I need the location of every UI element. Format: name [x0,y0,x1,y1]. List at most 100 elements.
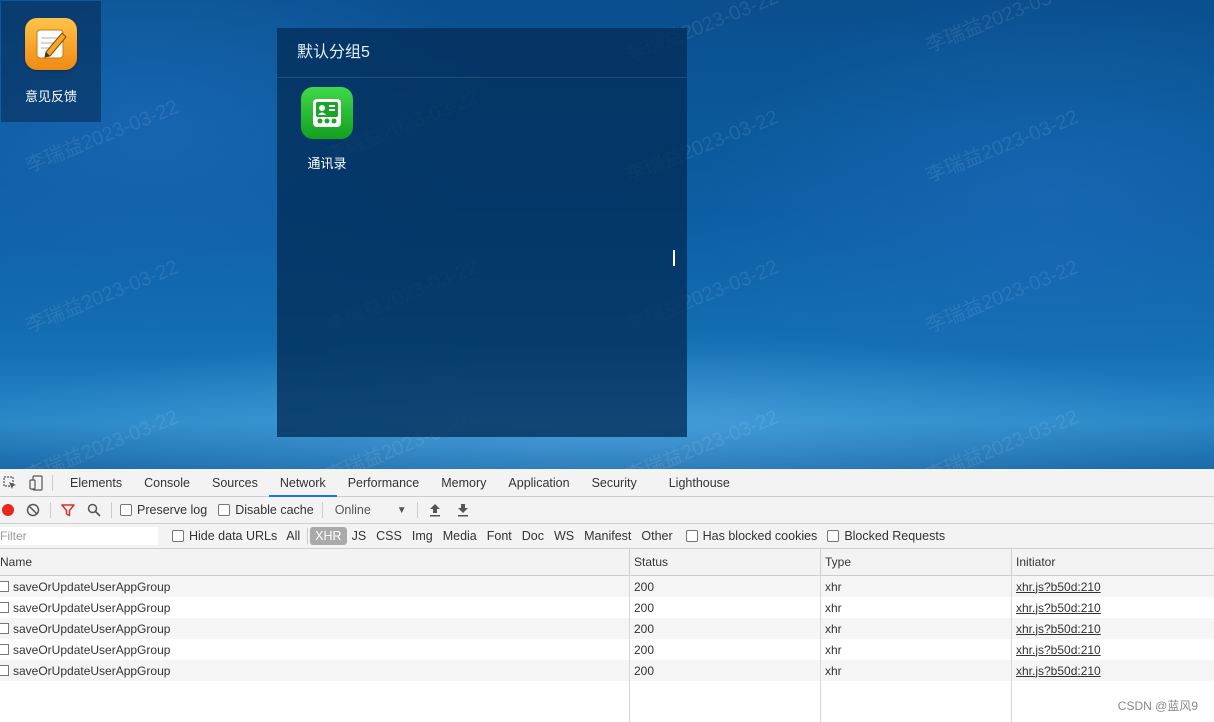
request-status: 200 [630,597,821,618]
group-title: 默认分组5 [277,28,687,78]
tab-elements[interactable]: Elements [59,469,133,497]
divider [50,502,51,518]
type-filter-other[interactable]: Other [636,527,677,545]
record-icon[interactable] [0,497,16,524]
type-filter-ws[interactable]: WS [549,527,579,545]
table-header: Name Status Type Initiator [0,549,1214,576]
chevron-down-icon: ▼ [396,504,407,516]
watermark: 李瑞益2023-03-22 [22,256,182,338]
disable-cache-label: Disable cache [235,503,314,517]
type-filter-font[interactable]: Font [482,527,517,545]
network-toolbar: Preserve log Disable cache Online ▼ [0,497,1214,524]
checkbox-box[interactable] [172,530,184,542]
request-type: xhr [821,660,1012,681]
type-filter-css[interactable]: CSS [371,527,407,545]
divider [52,474,53,491]
table-body: saveOrUpdateUserAppGroup 200 xhr xhr.js?… [0,576,1214,681]
desktop-app-label: 意见反馈 [24,89,77,104]
contacts-icon [301,87,353,139]
has-blocked-cookies-label: Has blocked cookies [702,529,818,543]
column-header-status[interactable]: Status [630,549,821,575]
request-name: saveOrUpdateUserAppGroup [13,600,171,615]
request-status: 200 [630,618,821,639]
row-checkbox[interactable] [0,602,9,613]
blocked-requests-label: Blocked Requests [844,529,946,543]
initiator-link[interactable]: xhr.js?b50d:210 [1016,643,1101,657]
row-checkbox[interactable] [0,581,9,592]
table-row[interactable]: saveOrUpdateUserAppGroup 200 xhr xhr.js?… [0,660,1214,681]
checkbox-box[interactable] [120,504,132,516]
request-name: saveOrUpdateUserAppGroup [13,663,171,678]
divider [416,502,418,518]
request-type: xhr [821,618,1012,639]
filter-input[interactable] [0,527,158,545]
tab-application[interactable]: Application [497,469,580,497]
type-filter-manifest[interactable]: Manifest [579,527,636,545]
table-row[interactable]: saveOrUpdateUserAppGroup 200 xhr xhr.js?… [0,639,1214,660]
tab-network[interactable]: Network [268,469,337,497]
watermark: 李瑞益2023-03-22 [922,106,1082,188]
request-type: xhr [821,639,1012,660]
blocked-requests-checkbox[interactable]: Blocked Requests [827,529,945,543]
type-filter-img[interactable]: Img [407,527,438,545]
request-status: 200 [630,639,821,660]
initiator-link[interactable]: xhr.js?b50d:210 [1016,580,1101,594]
download-har-icon[interactable] [452,497,474,524]
request-name: saveOrUpdateUserAppGroup [13,642,171,657]
checkbox-box[interactable] [218,504,231,516]
devtools-panel: Elements Console Sources Network Perform… [0,469,1214,722]
type-filter-js[interactable]: JS [347,527,372,545]
tab-performance[interactable]: Performance [337,469,431,497]
tab-sources[interactable]: Sources [201,469,269,497]
group-app-label: 通讯录 [307,156,347,171]
divider [307,528,309,544]
search-icon[interactable] [83,497,105,524]
row-checkbox[interactable] [0,623,9,634]
inspect-element-icon[interactable] [0,469,20,497]
watermark: 李瑞益2023-03-22 [922,256,1082,338]
row-checkbox[interactable] [0,665,9,676]
column-header-initiator[interactable]: Initiator [1012,549,1214,575]
tab-console[interactable]: Console [133,469,201,497]
throttling-value: Online [334,503,371,517]
checkbox-box[interactable] [827,530,840,542]
text-caret [673,250,675,266]
column-header-type[interactable]: Type [821,549,1012,575]
device-toolbar-icon[interactable] [26,469,46,497]
disable-cache-checkbox[interactable]: Disable cache [218,503,314,517]
filter-icon[interactable] [57,497,79,524]
group-app-contacts[interactable]: 通讯录 [299,87,355,172]
row-checkbox[interactable] [0,644,9,655]
request-name: saveOrUpdateUserAppGroup [13,579,171,594]
tab-security[interactable]: Security [581,469,648,497]
initiator-link[interactable]: xhr.js?b50d:210 [1016,664,1101,678]
initiator-link[interactable]: xhr.js?b50d:210 [1016,601,1101,615]
tab-memory[interactable]: Memory [430,469,497,497]
desktop-app-feedback[interactable]: 意见反馈 [1,1,101,122]
type-filter-xhr[interactable]: XHR [310,527,347,545]
tab-lighthouse[interactable]: Lighthouse [658,469,741,497]
throttling-select[interactable]: Online ▼ [335,503,407,517]
table-row[interactable]: saveOrUpdateUserAppGroup 200 xhr xhr.js?… [0,618,1214,639]
type-filter-all[interactable]: All [281,527,305,545]
feedback-notepad-icon [25,18,77,70]
upload-har-icon[interactable] [424,497,446,524]
divider [321,502,323,518]
clear-icon[interactable] [22,497,44,524]
checkbox-box[interactable] [685,530,698,542]
initiator-link[interactable]: xhr.js?b50d:210 [1016,622,1101,636]
table-row[interactable]: saveOrUpdateUserAppGroup 200 xhr xhr.js?… [0,576,1214,597]
type-filter-doc[interactable]: Doc [517,527,549,545]
devtools-tabbar: Elements Console Sources Network Perform… [0,469,1214,497]
preserve-log-label: Preserve log [137,503,208,517]
has-blocked-cookies-checkbox[interactable]: Has blocked cookies [685,529,818,543]
request-status: 200 [630,576,821,597]
preserve-log-checkbox[interactable]: Preserve log [120,503,207,517]
type-filter-media[interactable]: Media [438,527,482,545]
column-header-name[interactable]: Name [0,549,630,575]
request-type: xhr [821,597,1012,618]
watermark: 李瑞益2023-03-22 [22,406,182,469]
hide-data-urls-checkbox[interactable]: Hide data URLs [172,529,277,543]
request-name: saveOrUpdateUserAppGroup [13,621,171,636]
table-row[interactable]: saveOrUpdateUserAppGroup 200 xhr xhr.js?… [0,597,1214,618]
